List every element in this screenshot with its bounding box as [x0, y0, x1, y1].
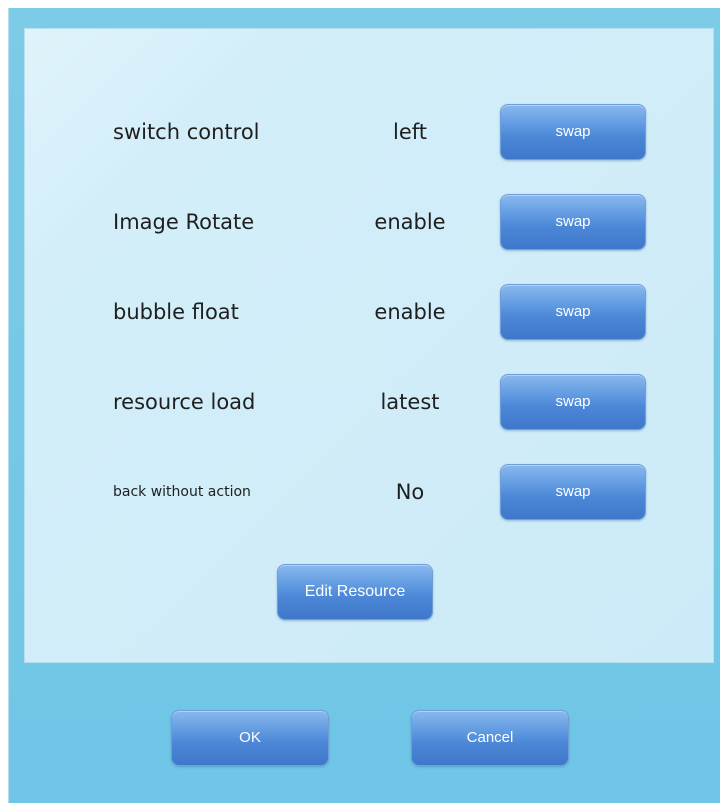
setting-value: left [392, 120, 427, 144]
setting-label: Image Rotate [113, 210, 255, 234]
swap-button[interactable]: swap [500, 194, 646, 250]
swap-button[interactable]: swap [500, 374, 646, 430]
setting-row-image-rotate: Image Rotate enable swap [25, 192, 715, 252]
setting-label: resource load [113, 390, 256, 414]
setting-label: back without action [113, 484, 251, 500]
setting-row-switch-control: switch control left swap [25, 102, 715, 162]
setting-value: latest [380, 390, 440, 414]
swap-button[interactable]: swap [500, 284, 646, 340]
cancel-button[interactable]: Cancel [411, 710, 569, 766]
setting-row-back-without-action: back without action No swap [25, 462, 715, 522]
setting-row-resource-load: resource load latest swap [25, 372, 715, 432]
edit-resource-button[interactable]: Edit Resource [277, 564, 433, 620]
setting-label: switch control [113, 120, 260, 144]
setting-row-bubble-float: bubble float enable swap [25, 282, 715, 342]
setting-value: enable [374, 210, 446, 234]
swap-button[interactable]: swap [500, 464, 646, 520]
swap-button[interactable]: swap [500, 104, 646, 160]
settings-dialog: switch control left swap Image Rotate en… [8, 8, 720, 803]
setting-label: bubble float [113, 300, 239, 324]
setting-value: No [395, 480, 425, 504]
setting-value: enable [374, 300, 446, 324]
ok-button[interactable]: OK [171, 710, 329, 766]
